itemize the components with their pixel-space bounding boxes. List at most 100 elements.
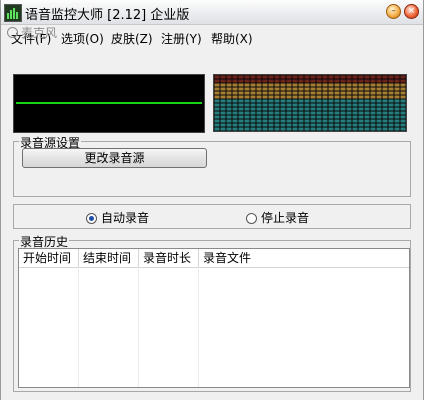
column-end-time[interactable]: 结束时间 — [79, 249, 139, 267]
menu-help[interactable]: 帮助(X) — [211, 30, 253, 47]
history-table[interactable]: 开始时间 结束时间 录音时长 录音文件 — [18, 248, 410, 388]
spectrum-cell — [316, 87, 322, 91]
spectrum-cell — [238, 115, 244, 119]
menu-register[interactable]: 注册(Y) — [161, 30, 202, 47]
spectrum-cell — [370, 103, 376, 107]
spectrum-cell — [340, 75, 346, 79]
spectrum-cell — [220, 87, 226, 91]
spectrum-cell — [262, 75, 268, 79]
spectrum-cell — [358, 79, 364, 83]
spectrum-cell — [226, 107, 232, 111]
spectrum-cell — [364, 119, 370, 123]
spectrum-cell — [256, 111, 262, 115]
spectrum-cell — [244, 87, 250, 91]
spectrum-cell — [292, 99, 298, 103]
spectrum-cell — [304, 127, 310, 131]
spectrum-cell — [220, 103, 226, 107]
spectrum-cell — [244, 107, 250, 111]
auto-record-radio-button[interactable] — [86, 213, 97, 224]
spectrum-cell — [280, 103, 286, 107]
spectrum-cell — [310, 123, 316, 127]
spectrum-cell — [334, 115, 340, 119]
spectrum-cell — [244, 119, 250, 123]
spectrum-cell — [316, 111, 322, 115]
spectrum-cell — [382, 107, 388, 111]
spectrum-cell — [316, 119, 322, 123]
grid-line — [138, 267, 139, 387]
spectrum-cell — [256, 87, 262, 91]
spectrum-cell — [238, 103, 244, 107]
spectrum-cell — [268, 99, 274, 103]
spectrum-cell — [400, 119, 406, 123]
change-source-button[interactable]: 更改录音源 — [22, 148, 207, 168]
column-start-time[interactable]: 开始时间 — [19, 249, 79, 267]
spectrum-cell — [322, 79, 328, 83]
auto-record-radio[interactable]: 自动录音 — [86, 209, 149, 226]
spectrum-cell — [376, 103, 382, 107]
spectrum-cell — [394, 111, 400, 115]
spectrum-cell — [262, 99, 268, 103]
spectrum-cell — [364, 83, 370, 87]
spectrum-cell — [238, 127, 244, 131]
stop-record-radio[interactable]: 停止录音 — [246, 209, 309, 226]
spectrum-cell — [340, 119, 346, 123]
close-button[interactable]: × — [404, 4, 419, 19]
spectrum-cell — [400, 83, 406, 87]
spectrum-cell — [340, 123, 346, 127]
spectrum-cell — [376, 119, 382, 123]
spectrum-cell — [394, 123, 400, 127]
spectrum-cell — [316, 75, 322, 79]
spectrum-cell — [274, 91, 280, 95]
spectrum-cell — [316, 99, 322, 103]
spectrum-cell — [256, 75, 262, 79]
spectrum-cell — [250, 99, 256, 103]
spectrum-cell — [310, 127, 316, 131]
spectrum-cell — [220, 91, 226, 95]
spectrum-cell — [334, 107, 340, 111]
spectrum-cell — [382, 83, 388, 87]
spectrum-cell — [382, 87, 388, 91]
spectrum-cell — [394, 91, 400, 95]
spectrum-cell — [376, 95, 382, 99]
spectrum-cell — [334, 123, 340, 127]
spectrum-cell — [394, 127, 400, 131]
spectrum-cell — [274, 95, 280, 99]
spectrum-cell — [346, 87, 352, 91]
spectrum-cell — [214, 87, 220, 91]
spectrum-cell — [400, 95, 406, 99]
spectrum-cell — [394, 87, 400, 91]
spectrum-cell — [274, 87, 280, 91]
column-file[interactable]: 录音文件 — [199, 249, 409, 267]
spectrum-cell — [382, 119, 388, 123]
spectrum-cell — [382, 127, 388, 131]
spectrum-cell — [238, 79, 244, 83]
spectrum-cell — [280, 91, 286, 95]
minimize-button[interactable]: – — [386, 4, 401, 19]
spectrum-cell — [304, 103, 310, 107]
spectrum-cell — [274, 79, 280, 83]
source-settings-group: 录音源设置 更改录音源 — [13, 134, 411, 197]
spectrum-cell — [286, 99, 292, 103]
spectrum-cell — [310, 79, 316, 83]
spectrum-cell — [322, 119, 328, 123]
spectrum-cell — [226, 83, 232, 87]
spectrum-cell — [322, 87, 328, 91]
stop-record-radio-button[interactable] — [246, 213, 257, 224]
title-bar[interactable]: 语音监控大师 [2.12] 企业版 – × — [1, 0, 423, 25]
spectrum-cell — [292, 115, 298, 119]
spectrum-cell — [220, 75, 226, 79]
spectrum-cell — [214, 119, 220, 123]
spectrum-cell — [382, 79, 388, 83]
spectrum-cell — [280, 119, 286, 123]
spectrum-cell — [298, 75, 304, 79]
column-duration[interactable]: 录音时长 — [139, 249, 199, 267]
spectrum-cell — [244, 91, 250, 95]
menu-skin[interactable]: 皮肤(Z) — [111, 30, 153, 47]
spectrum-cell — [268, 115, 274, 119]
waveform-trace — [16, 102, 202, 104]
spectrum-cell — [292, 111, 298, 115]
spectrum-cell — [298, 99, 304, 103]
spectrum-cell — [352, 87, 358, 91]
spectrum-cell — [244, 115, 250, 119]
menu-options[interactable]: 选项(O) — [61, 30, 104, 47]
